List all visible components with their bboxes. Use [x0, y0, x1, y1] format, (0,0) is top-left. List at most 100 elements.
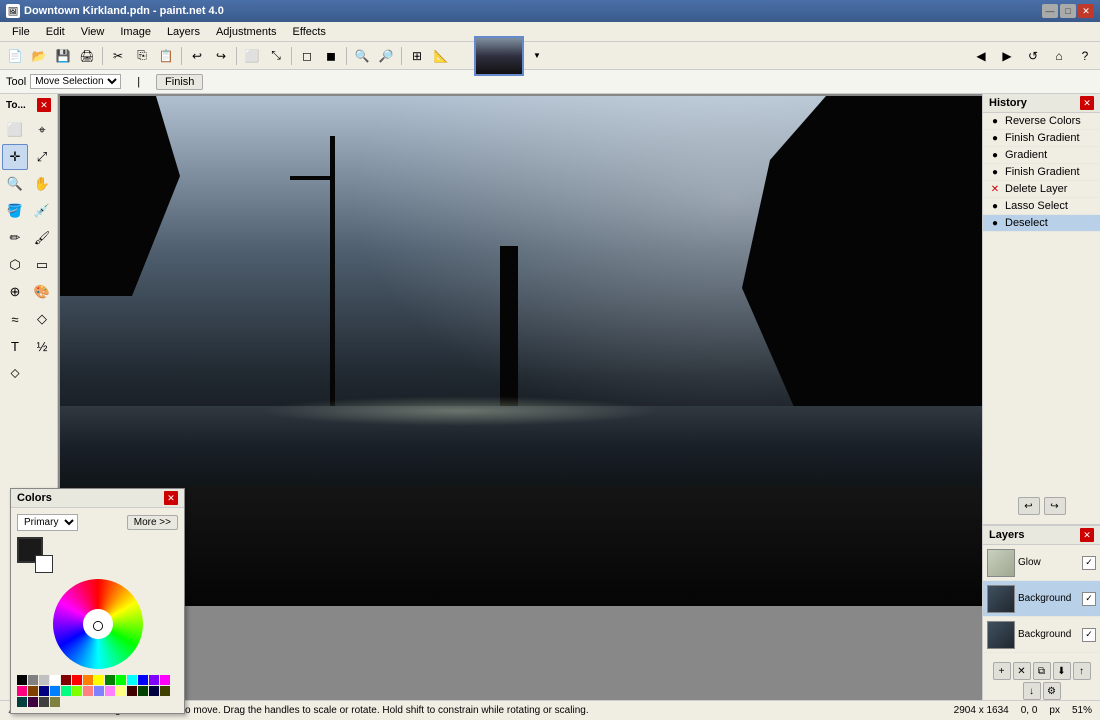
- tb-help-home[interactable]: ⌂: [1048, 45, 1070, 67]
- maximize-button[interactable]: □: [1060, 4, 1076, 18]
- tb-invert[interactable]: ◼: [320, 45, 342, 67]
- layer-vis-glow[interactable]: ✓: [1082, 556, 1096, 570]
- tb-thumb-menu[interactable]: ▼: [526, 45, 548, 67]
- tool-smudge[interactable]: ≈: [2, 306, 28, 332]
- tool-lasso-select[interactable]: ⌖: [29, 117, 55, 143]
- tool-text[interactable]: T: [2, 333, 28, 359]
- history-undo-button[interactable]: ↩: [1018, 497, 1040, 515]
- tool-rectangle[interactable]: ▭: [29, 252, 55, 278]
- tb-zoom-in[interactable]: 🔍: [351, 45, 373, 67]
- tool-gradient[interactable]: ⬦: [2, 360, 28, 386]
- palette-cell[interactable]: [72, 686, 82, 696]
- tb-grid[interactable]: ⊞: [406, 45, 428, 67]
- tb-redo[interactable]: ↪: [210, 45, 232, 67]
- layer-vis-bg1[interactable]: ✓: [1082, 592, 1096, 606]
- palette-cell[interactable]: [83, 675, 93, 685]
- history-close[interactable]: ✕: [1080, 96, 1094, 110]
- palette-cell[interactable]: [116, 675, 126, 685]
- layer-vis-bg2[interactable]: ✓: [1082, 628, 1096, 642]
- palette-cell[interactable]: [39, 697, 49, 707]
- palette-cell[interactable]: [50, 675, 60, 685]
- tool-pan[interactable]: ✋: [29, 171, 55, 197]
- palette-cell[interactable]: [61, 686, 71, 696]
- menu-effects[interactable]: Effects: [285, 24, 334, 40]
- tb-help-fwd[interactable]: ▶: [996, 45, 1018, 67]
- tb-paste[interactable]: 📋: [155, 45, 177, 67]
- history-item-active[interactable]: ● Deselect: [983, 215, 1100, 232]
- palette-cell[interactable]: [160, 686, 170, 696]
- palette-cell[interactable]: [61, 675, 71, 685]
- layer-item-bg2[interactable]: Background ✓: [983, 617, 1100, 653]
- minimize-button[interactable]: —: [1042, 4, 1058, 18]
- menu-edit[interactable]: Edit: [38, 24, 73, 40]
- palette-cell[interactable]: [149, 686, 159, 696]
- tb-help-refresh[interactable]: ↺: [1022, 45, 1044, 67]
- color-mode-select[interactable]: Primary: [17, 514, 78, 531]
- history-item[interactable]: ● Reverse Colors: [983, 113, 1100, 130]
- tb-save[interactable]: 💾: [52, 45, 74, 67]
- tool-paintbrush[interactable]: 🖌: [29, 225, 55, 251]
- tool-move-select[interactable]: ✛: [2, 144, 28, 170]
- layer-item-glow[interactable]: Glow ✓: [983, 545, 1100, 581]
- palette-cell[interactable]: [105, 675, 115, 685]
- palette-cell[interactable]: [94, 675, 104, 685]
- tb-help[interactable]: ?: [1074, 45, 1096, 67]
- layer-item-bg1[interactable]: Background ✓: [983, 581, 1100, 617]
- layer-up-button[interactable]: ↑: [1073, 662, 1091, 680]
- tb-rulers[interactable]: 📐: [430, 45, 452, 67]
- palette-cell[interactable]: [39, 686, 49, 696]
- tb-deselect[interactable]: ◻: [296, 45, 318, 67]
- palette-cell[interactable]: [28, 686, 38, 696]
- palette-cell[interactable]: [160, 675, 170, 685]
- tool-v12[interactable]: ½: [29, 333, 55, 359]
- tool-clone-stamp[interactable]: ⊕: [2, 279, 28, 305]
- colors-close[interactable]: ✕: [164, 491, 178, 505]
- palette-cell[interactable]: [138, 686, 148, 696]
- tb-help-back[interactable]: ◀: [970, 45, 992, 67]
- tb-resize[interactable]: ⤡: [265, 45, 287, 67]
- palette-cell[interactable]: [17, 697, 27, 707]
- canvas-image[interactable]: [60, 96, 982, 606]
- tool-color-picker[interactable]: 💉: [29, 198, 55, 224]
- palette-cell[interactable]: [17, 686, 27, 696]
- tools-close[interactable]: ✕: [37, 98, 51, 112]
- tool-eraser[interactable]: ⬡: [2, 252, 28, 278]
- tb-crop[interactable]: ⬜: [241, 45, 263, 67]
- layer-delete-button[interactable]: ✕: [1013, 662, 1031, 680]
- palette-cell[interactable]: [39, 675, 49, 685]
- colors-more-button[interactable]: More >>: [127, 515, 178, 530]
- history-item[interactable]: ● Lasso Select: [983, 198, 1100, 215]
- tool-sharpen[interactable]: ◇: [29, 306, 55, 332]
- secondary-color-swatch[interactable]: [35, 555, 53, 573]
- palette-cell[interactable]: [17, 675, 27, 685]
- close-button[interactable]: ✕: [1078, 4, 1094, 18]
- history-item[interactable]: ● Finish Gradient: [983, 130, 1100, 147]
- tb-zoom-out[interactable]: 🔎: [375, 45, 397, 67]
- menu-image[interactable]: Image: [112, 24, 159, 40]
- palette-cell[interactable]: [127, 675, 137, 685]
- history-item[interactable]: ● Finish Gradient: [983, 164, 1100, 181]
- palette-cell[interactable]: [50, 697, 60, 707]
- tool-select[interactable]: Move Selection: [30, 74, 121, 89]
- layers-close[interactable]: ✕: [1080, 528, 1094, 542]
- menu-view[interactable]: View: [73, 24, 113, 40]
- tb-undo[interactable]: ↩: [186, 45, 208, 67]
- finish-button[interactable]: Finish: [156, 74, 203, 90]
- palette-cell[interactable]: [138, 675, 148, 685]
- palette-cell[interactable]: [94, 686, 104, 696]
- tb-new[interactable]: 📄: [4, 45, 26, 67]
- color-wheel[interactable]: [53, 579, 143, 669]
- palette-cell[interactable]: [28, 675, 38, 685]
- palette-cell[interactable]: [72, 675, 82, 685]
- tool-recolor[interactable]: 🎨: [29, 279, 55, 305]
- history-item[interactable]: ● Gradient: [983, 147, 1100, 164]
- menu-adjustments[interactable]: Adjustments: [208, 24, 285, 40]
- layer-prop-button[interactable]: ⚙: [1043, 682, 1061, 700]
- palette-cell[interactable]: [28, 697, 38, 707]
- tool-paint-bucket[interactable]: 🪣: [2, 198, 28, 224]
- layer-dupe-button[interactable]: ⧉: [1033, 662, 1051, 680]
- tool-move-pixels[interactable]: ⤢: [29, 144, 55, 170]
- canvas-area[interactable]: [58, 94, 982, 700]
- palette-cell[interactable]: [149, 675, 159, 685]
- menu-layers[interactable]: Layers: [159, 24, 208, 40]
